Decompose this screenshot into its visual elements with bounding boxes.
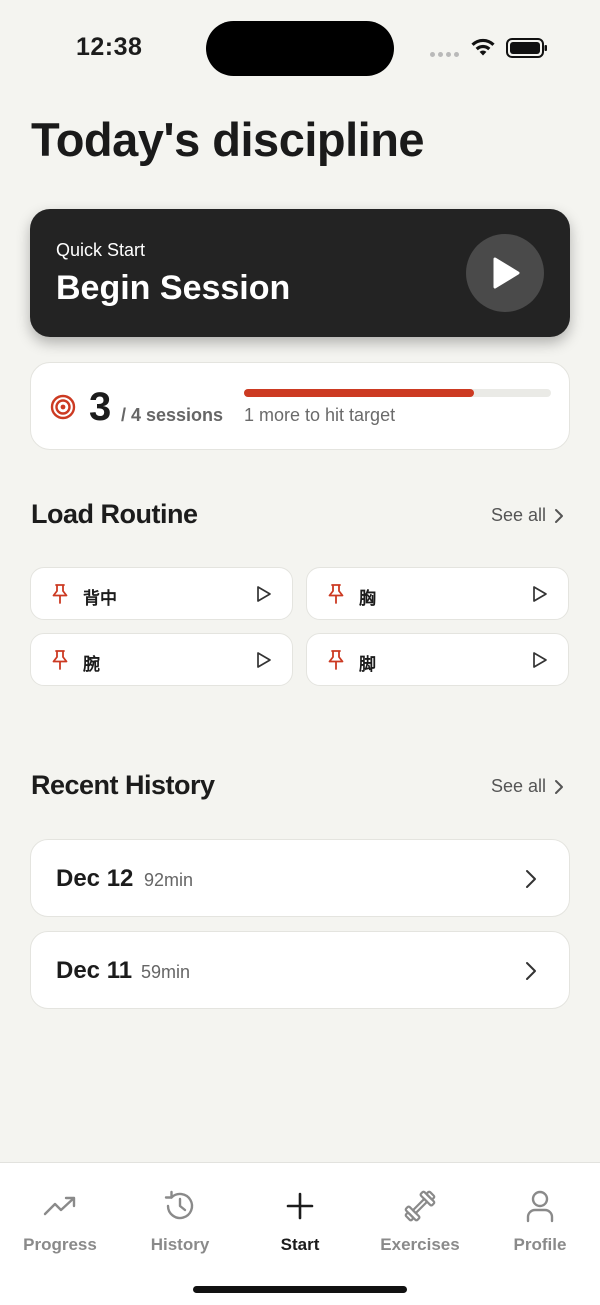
begin-session-title: Begin Session [56,269,291,307]
pin-icon [328,584,344,604]
status-bar: 12:38 [0,0,600,96]
tab-label: Profile [513,1235,567,1254]
user-icon [526,1190,554,1223]
pin-icon [328,650,344,670]
history-duration: 59min [141,962,191,982]
progress-bar-fill [244,389,475,397]
cellular-signal-icon [430,52,459,57]
chevron-right-icon [526,870,536,888]
routines-see-all-link[interactable]: See all [491,505,564,526]
pin-icon [52,650,68,670]
play-outline-icon[interactable] [256,651,272,669]
tab-label: Progress [23,1235,97,1254]
tab-progress[interactable]: Progress [0,1187,120,1277]
tab-label: Exercises [380,1235,460,1254]
play-outline-icon[interactable] [256,585,272,603]
tab-label: Start [280,1235,320,1254]
quick-start-card[interactable]: Quick Start Begin Session [30,209,570,337]
chevron-right-icon [526,962,536,980]
history-date: Dec 11 [56,957,133,984]
trending-up-icon [43,1196,76,1216]
routine-tile[interactable]: 胸 [306,567,569,620]
routine-name: 腕 [83,655,100,674]
play-outline-icon[interactable] [532,585,548,603]
routine-tile[interactable]: 背中 [30,567,293,620]
history-row[interactable]: Dec 12 92min [30,839,570,917]
routine-name: 脚 [359,655,376,674]
history-icon [164,1190,194,1220]
progress-hint: 1 more to hit target [244,405,396,425]
begin-session-play-button[interactable] [466,234,544,312]
chevron-right-icon [555,508,563,523]
see-all-label: See all [490,776,546,796]
routine-tile[interactable]: 脚 [306,633,569,686]
dynamic-island [206,21,394,76]
play-outline-icon[interactable] [532,651,548,669]
dumbbell-icon [404,1190,436,1222]
tab-start[interactable]: Start [240,1187,360,1277]
play-icon [493,257,520,289]
tab-exercises[interactable]: Exercises [360,1187,480,1277]
see-all-label: See all [490,505,546,525]
tab-bar: Progress History Start Exercises Profile [0,1162,600,1305]
home-indicator [193,1286,407,1293]
routine-name: 胸 [359,589,376,608]
page-title: Today's discipline [31,113,425,166]
quick-start-label: Quick Start [56,240,146,260]
history-row[interactable]: Dec 11 59min [30,931,570,1009]
status-time: 12:38 [76,33,143,61]
history-date: Dec 12 [56,865,134,892]
routine-name: 背中 [83,589,117,608]
tab-profile[interactable]: Profile [480,1187,600,1277]
plus-icon [286,1192,314,1220]
history-see-all-link[interactable]: See all [491,776,564,797]
load-routine-heading: Load Routine [31,499,198,529]
recent-history-heading: Recent History [31,770,215,800]
target-icon [50,394,76,420]
sessions-count: 3 [89,385,112,429]
chevron-right-icon [555,779,563,794]
battery-icon [506,38,547,58]
app-root: 12:38 Today's discipline Quick Start Beg… [0,0,600,1305]
pin-icon [52,584,68,604]
history-duration: 92min [144,870,194,890]
progress-bar [244,389,551,397]
tab-history[interactable]: History [120,1187,240,1277]
routine-tile[interactable]: 腕 [30,633,293,686]
wifi-icon [471,38,495,56]
sessions-total: / 4 sessions [121,405,224,425]
weekly-progress-card: 3 / 4 sessions 1 more to hit target [30,362,570,450]
tab-label: History [150,1235,210,1254]
